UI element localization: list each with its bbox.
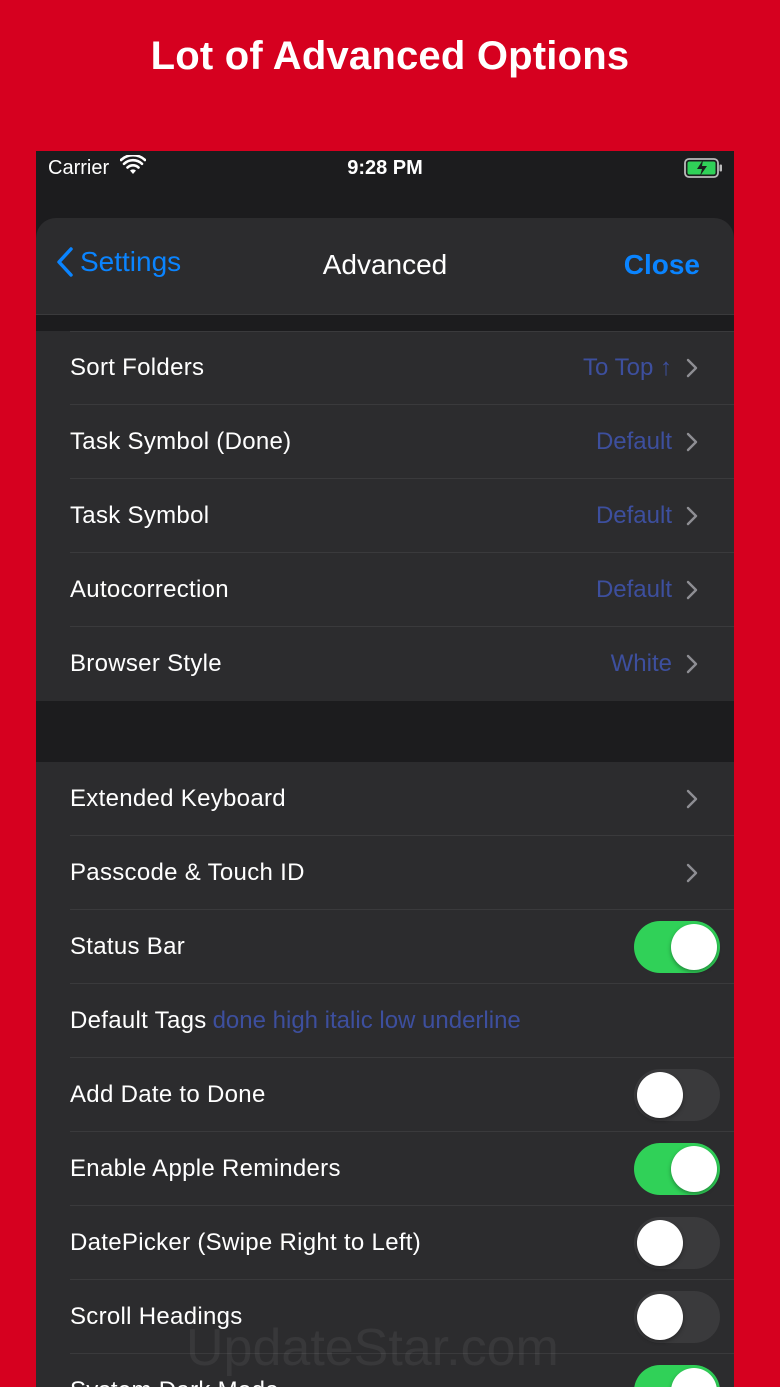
status-time: 9:28 PM: [347, 157, 423, 179]
row-label: Status Bar: [70, 933, 186, 960]
default-tags-row[interactable]: Default Tags done high italic low underl…: [36, 984, 734, 1058]
chevron-right-icon: [686, 789, 698, 809]
row-label: DatePicker (Swipe Right to Left): [70, 1229, 422, 1256]
toggle-knob: [637, 1220, 683, 1266]
row-value: To Top ↑: [583, 354, 672, 381]
apple-reminders-row: Enable Apple Reminders: [36, 1132, 734, 1206]
chevron-right-icon: [686, 506, 698, 526]
scroll-headings-toggle[interactable]: [634, 1291, 720, 1343]
toggle-knob: [637, 1294, 683, 1340]
system-dark-mode-toggle[interactable]: [634, 1365, 720, 1387]
chevron-right-icon: [686, 580, 698, 600]
status-bar-toggle[interactable]: [634, 921, 720, 973]
system-dark-mode-row: System Dark Mode: [36, 1354, 734, 1387]
row-label: Add Date to Done: [70, 1081, 266, 1108]
extended-keyboard-row[interactable]: Extended Keyboard: [36, 762, 734, 836]
row-label: Default Tags: [70, 1007, 207, 1034]
row-value: Default: [595, 502, 672, 529]
battery-charging-icon: [684, 158, 724, 184]
behavior-settings-group: Extended Keyboard Passcode & Touch ID St…: [36, 762, 734, 1387]
row-value: Default: [595, 428, 672, 455]
datepicker-toggle[interactable]: [634, 1217, 720, 1269]
toggle-knob: [671, 924, 717, 970]
browser-style-row[interactable]: Browser Style White: [36, 627, 734, 701]
add-date-toggle[interactable]: [634, 1069, 720, 1121]
headline: Lot of Advanced Options: [150, 34, 630, 78]
settings-sheet: Settings Advanced Close Sort Folders To …: [36, 218, 734, 1387]
autocorrection-row[interactable]: Autocorrection Default: [36, 553, 734, 627]
chevron-right-icon: [686, 358, 698, 378]
chevron-right-icon: [686, 432, 698, 452]
chevron-right-icon: [686, 863, 698, 883]
row-value: White: [610, 650, 672, 677]
default-tags-value[interactable]: done high italic low underline: [213, 1007, 521, 1035]
row-label: System Dark Mode: [70, 1377, 279, 1387]
chevron-right-icon: [686, 654, 698, 674]
task-symbol-done-row[interactable]: Task Symbol (Done) Default: [36, 405, 734, 479]
status-bar: Carrier 9:28 PM: [36, 151, 734, 187]
scroll-headings-row: Scroll Headings: [36, 1280, 734, 1354]
row-label: Passcode & Touch ID: [70, 859, 305, 886]
row-label: Task Symbol (Done): [70, 428, 292, 455]
row-value: Default: [595, 576, 672, 603]
row-label: Sort Folders: [70, 354, 205, 381]
apple-reminders-toggle[interactable]: [634, 1143, 720, 1195]
row-label: Scroll Headings: [70, 1303, 243, 1330]
toggle-knob: [637, 1072, 683, 1118]
toggle-knob: [671, 1146, 717, 1192]
toggle-knob: [671, 1368, 717, 1387]
task-symbol-row[interactable]: Task Symbol Default: [36, 479, 734, 553]
phone-screen: Carrier 9:28 PM Settings Advanced Close …: [36, 151, 734, 1387]
close-button[interactable]: Close: [624, 249, 700, 281]
sort-folders-row[interactable]: Sort Folders To Top ↑: [36, 331, 734, 405]
row-label: Extended Keyboard: [70, 785, 286, 812]
row-label: Browser Style: [70, 650, 222, 677]
row-label: Enable Apple Reminders: [70, 1155, 341, 1182]
passcode-touch-id-row[interactable]: Passcode & Touch ID: [36, 836, 734, 910]
navigation-bar: Settings Advanced Close: [36, 218, 734, 315]
add-date-row: Add Date to Done: [36, 1058, 734, 1132]
status-bar-row: Status Bar: [36, 910, 734, 984]
datepicker-row: DatePicker (Swipe Right to Left): [36, 1206, 734, 1280]
row-label: Autocorrection: [70, 576, 229, 603]
display-settings-group: Sort Folders To Top ↑ Task Symbol (Done)…: [36, 331, 734, 701]
row-label: Task Symbol: [70, 502, 210, 529]
